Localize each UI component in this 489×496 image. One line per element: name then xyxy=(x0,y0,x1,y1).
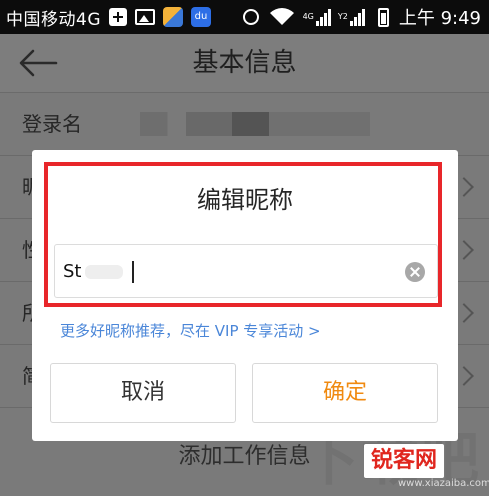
dialog-title: 编辑昵称 xyxy=(197,186,293,214)
app-header: 基本信息 xyxy=(0,34,489,93)
status-bar-right: 4G Y2 上午 9:49 xyxy=(242,0,481,34)
battery-icon xyxy=(377,7,389,27)
image-icon xyxy=(135,9,155,25)
watermark-url: www.xiazaiba.com xyxy=(398,478,489,489)
security-shield-icon xyxy=(163,7,183,27)
redacted-text xyxy=(85,265,123,279)
nickname-input-value[interactable]: St xyxy=(63,245,81,299)
confirm-button[interactable]: 确定 xyxy=(252,363,438,423)
wifi-icon xyxy=(269,8,294,25)
list-row-login[interactable]: 登录名 xyxy=(0,93,489,156)
network-tag-top: 4G xyxy=(302,12,314,21)
row-label: 登录名 xyxy=(22,112,82,136)
watermark-logo: 锐客网 xyxy=(364,444,444,478)
cancel-button[interactable]: 取消 xyxy=(50,363,236,423)
edit-nickname-dialog: 编辑昵称 St 更多好昵称推荐，尽在 VIP 专享活动 > 取消 确定 xyxy=(32,150,458,441)
baidu-icon: du xyxy=(191,7,211,27)
alarm-icon xyxy=(242,9,259,25)
network-tag-bottom: Y2 xyxy=(337,12,348,21)
page-title: 基本信息 xyxy=(192,48,297,78)
signal-icon xyxy=(315,8,332,26)
text-caret xyxy=(132,261,134,283)
signal-icon-2 xyxy=(349,8,366,26)
clear-input-icon[interactable] xyxy=(405,262,425,282)
vip-nickname-link[interactable]: 更多好昵称推荐，尽在 VIP 专享活动 > xyxy=(60,320,321,341)
nickname-input[interactable]: St xyxy=(54,244,438,298)
redacted-value xyxy=(140,112,370,136)
status-bar: 中国移动4G du 4G Y2 上午 9:49 xyxy=(0,0,489,34)
status-time: 上午 9:49 xyxy=(398,8,481,29)
plus-icon xyxy=(109,8,127,26)
carrier-label: 中国移动4G xyxy=(6,9,101,30)
